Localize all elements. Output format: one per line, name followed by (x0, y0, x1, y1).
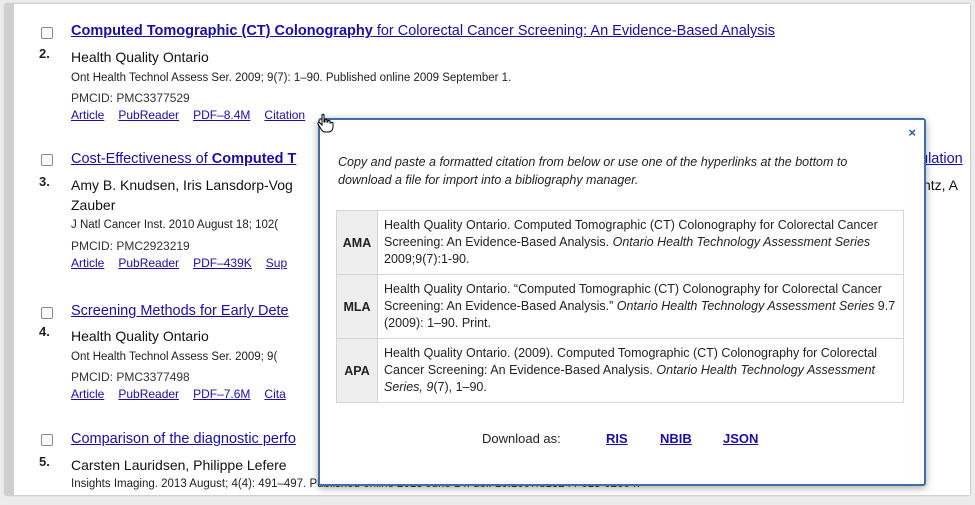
title-highlight: Computed Tomographic (CT) Colonography (71, 23, 373, 39)
download-label: Download as: (482, 431, 561, 446)
pdf-link[interactable]: PDF–7.6M (193, 387, 250, 401)
result-number: 3. (39, 174, 50, 189)
result-authors-tail: ntz, A (923, 177, 959, 193)
result-number: 4. (39, 324, 50, 339)
popup-instructions: Copy and paste a formatted citation from… (338, 155, 848, 187)
result-citation: Ont Health Technol Assess Ser. 2009; 9( (71, 351, 278, 363)
citation-text-end: 2009;9(7):1-90. (384, 251, 470, 266)
citation-popup: × Copy and paste a formatted citation fr… (318, 118, 926, 486)
result-number: 5. (39, 454, 50, 469)
citation-table: AMA Health Quality Ontario. Computed Tom… (336, 210, 904, 403)
result-title-link[interactable]: Computed Tomographic (CT) Colonography f… (71, 23, 775, 39)
result-authors: Amy B. Knudsen, Iris Lansdorp-Vog (71, 177, 293, 193)
citation-text[interactable]: Health Quality Ontario. Computed Tomogra… (377, 210, 904, 275)
result-title-link[interactable]: Comparison of the diagnostic perfo (71, 431, 296, 447)
select-checkbox[interactable] (41, 434, 53, 446)
result-links: Article PubReader PDF–7.6M Cita (71, 387, 286, 401)
title-text: for Colorectal Cancer Screening: An Evid… (372, 23, 775, 39)
citation-row-mla: MLA Health Quality Ontario. “Computed To… (336, 274, 904, 339)
hand-pointer-icon (317, 113, 334, 133)
result-title-link[interactable]: Cost-Effectiveness of Computed T (71, 151, 296, 167)
article-link[interactable]: Article (71, 387, 104, 401)
download-nbib-link[interactable]: NBIB (660, 431, 692, 446)
pubreader-link[interactable]: PubReader (118, 256, 179, 270)
citation-row-apa: APA Health Quality Ontario. (2009). Comp… (336, 338, 904, 403)
result-title-tail[interactable]: ulation (920, 151, 963, 167)
article-link[interactable]: Article (71, 256, 104, 270)
result-pmcid: PMCID: PMC2923219 (71, 239, 190, 253)
pubreader-link[interactable]: PubReader (118, 108, 179, 122)
supplementary-link[interactable]: Sup (266, 256, 287, 270)
citation-format-label: AMA (336, 210, 378, 275)
result-pmcid: PMCID: PMC3377498 (71, 370, 190, 384)
download-json-link[interactable]: JSON (723, 431, 758, 446)
result-number: 2. (39, 46, 50, 61)
title-text: Cost-Effectiveness of (71, 151, 212, 167)
result-authors: Health Quality Ontario (71, 49, 209, 65)
download-ris-link[interactable]: RIS (606, 431, 628, 446)
citation-journal: Ontario Health Technology Assessment Ser… (612, 234, 871, 249)
result-pmcid: PMCID: PMC3377529 (71, 91, 190, 105)
citation-text-end: (7), 1–90. (433, 379, 487, 394)
result-authors-line2: Zauber (71, 197, 116, 213)
citation-text[interactable]: Health Quality Ontario. “Computed Tomogr… (377, 274, 904, 339)
select-checkbox[interactable] (41, 154, 53, 166)
citation-format-label: MLA (336, 274, 378, 339)
result-links: Article PubReader PDF–439K Sup (71, 256, 287, 270)
select-checkbox[interactable] (41, 307, 53, 319)
citation-link[interactable]: Citation (264, 108, 305, 122)
citation-link[interactable]: Cita (264, 387, 285, 401)
result-citation: Ont Health Technol Assess Ser. 2009; 9(7… (71, 72, 512, 84)
result-citation: J Natl Cancer Inst. 2010 August 18; 102( (71, 219, 279, 231)
result-authors: Health Quality Ontario (71, 328, 209, 344)
citation-format-label: APA (336, 338, 378, 403)
pdf-link[interactable]: PDF–8.4M (193, 108, 250, 122)
citation-text[interactable]: Health Quality Ontario. (2009). Computed… (377, 338, 904, 403)
close-icon[interactable]: × (908, 125, 916, 140)
pdf-link[interactable]: PDF–439K (193, 256, 252, 270)
pubreader-link[interactable]: PubReader (118, 387, 179, 401)
left-gutter (5, 4, 14, 495)
citation-row-ama: AMA Health Quality Ontario. Computed Tom… (336, 210, 904, 275)
result-links: Article PubReader PDF–8.4M Citation (71, 108, 305, 122)
title-highlight: Computed T (211, 151, 297, 167)
select-checkbox[interactable] (41, 27, 53, 39)
article-link[interactable]: Article (71, 108, 104, 122)
result-title-link[interactable]: Screening Methods for Early Dete (71, 303, 289, 319)
result-authors: Carsten Lauridsen, Philippe Lefere (71, 457, 287, 473)
citation-journal: Ontario Health Technology Assessment Ser… (616, 298, 875, 313)
